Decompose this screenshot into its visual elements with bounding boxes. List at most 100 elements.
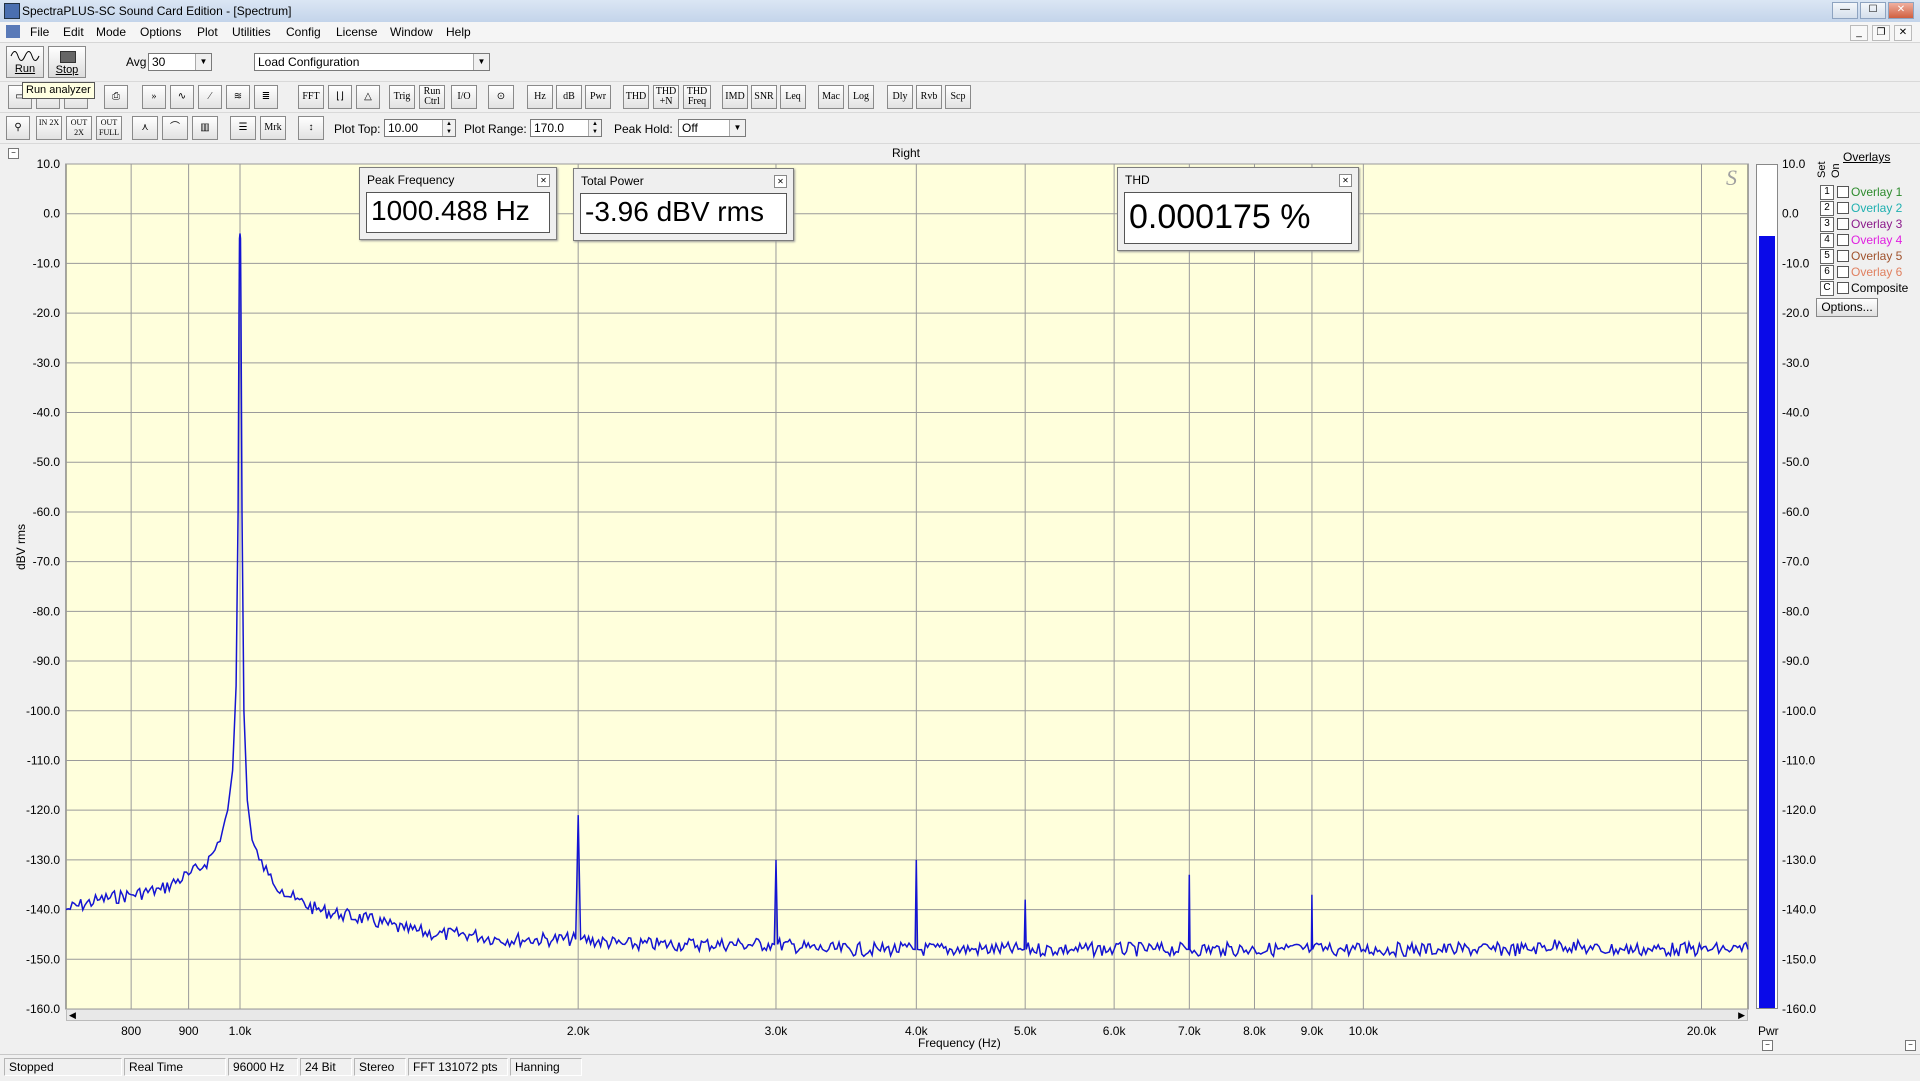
y-tick-label: -130.0 bbox=[26, 853, 60, 867]
y-tick-label: -120.0 bbox=[26, 803, 60, 817]
power-meter-label: Pwr bbox=[1758, 1024, 1779, 1038]
peak-frequency-title: Peak Frequency bbox=[367, 173, 455, 187]
collapse-icon[interactable]: − bbox=[1905, 1040, 1916, 1051]
overlays-header: Overlays bbox=[1843, 150, 1891, 164]
close-icon[interactable]: ✕ bbox=[1339, 174, 1352, 187]
overlay-checkbox[interactable] bbox=[1837, 202, 1849, 214]
y-tick-label: -50.0 bbox=[33, 455, 61, 469]
meter-tick-label: -10.0 bbox=[1782, 256, 1810, 270]
close-icon[interactable]: ✕ bbox=[537, 174, 550, 187]
x-tick-label: 2.0k bbox=[567, 1024, 591, 1038]
overlay-set-label: Set bbox=[1816, 161, 1828, 178]
status-fft-size: FFT 131072 pts bbox=[408, 1058, 508, 1076]
overlay-checkbox[interactable] bbox=[1837, 234, 1849, 246]
overlay-checkbox[interactable] bbox=[1837, 186, 1849, 198]
status-run-state: Stopped bbox=[4, 1058, 122, 1076]
meter-tick-label: -90.0 bbox=[1782, 654, 1810, 668]
peak-frequency-readout[interactable]: Peak Frequency ✕ 1000.488 Hz bbox=[359, 167, 557, 240]
y-tick-label: -20.0 bbox=[33, 306, 61, 320]
y-tick-label: -110.0 bbox=[27, 753, 60, 767]
x-tick-label: 20.0k bbox=[1687, 1024, 1717, 1038]
overlay-set-button[interactable]: 4 bbox=[1820, 233, 1834, 248]
overlay-label: Overlay 4 bbox=[1851, 233, 1903, 247]
meter-tick-label: -80.0 bbox=[1782, 604, 1810, 618]
meter-tick-label: 0.0 bbox=[1782, 207, 1799, 221]
y-tick-label: -90.0 bbox=[33, 654, 61, 668]
status-bar: Stopped Real Time 96000 Hz 24 Bit Stereo… bbox=[0, 1054, 1920, 1081]
scroll-right-icon[interactable]: ▶ bbox=[1738, 1010, 1745, 1021]
collapse-icon[interactable]: − bbox=[1762, 1040, 1773, 1051]
meter-scale: 10.0 0.0 -10.0 -20.0 -30.0 -40.0 -50.0 -60.0 -70… bbox=[1782, 157, 1816, 1016]
meter-tick-label: -20.0 bbox=[1782, 306, 1810, 320]
meter-tick-label: -130.0 bbox=[1782, 853, 1816, 867]
overlay-set-button[interactable]: 2 bbox=[1820, 201, 1834, 216]
x-tick-label: 7.0k bbox=[1178, 1024, 1202, 1038]
x-tick-label: 3.0k bbox=[765, 1024, 789, 1038]
overlay-set-button[interactable]: C bbox=[1820, 281, 1834, 296]
thd-title: THD bbox=[1125, 173, 1150, 187]
overlay-checkbox[interactable] bbox=[1837, 282, 1849, 294]
plot-background bbox=[65, 163, 1749, 1010]
meter-tick-label: 10.0 bbox=[1782, 157, 1806, 171]
y-tick-label: 10.0 bbox=[37, 157, 61, 171]
y-axis-label: dBV rms bbox=[14, 523, 28, 570]
x-tick-label: 9.0k bbox=[1301, 1024, 1325, 1038]
x-tick-label: 800 bbox=[121, 1024, 141, 1038]
meter-tick-label: -40.0 bbox=[1782, 406, 1810, 420]
meter-tick-label: -70.0 bbox=[1782, 555, 1810, 569]
overlay-label: Overlay 5 bbox=[1851, 249, 1903, 263]
overlay-on-label: On bbox=[1830, 163, 1842, 178]
y-tick-label: -160.0 bbox=[26, 1002, 60, 1016]
overlay-label: Overlay 2 bbox=[1851, 201, 1903, 215]
status-bit-depth: 24 Bit bbox=[300, 1058, 352, 1076]
x-tick-label: 900 bbox=[179, 1024, 199, 1038]
power-meter bbox=[1756, 164, 1778, 1009]
overlay-label: Overlay 6 bbox=[1851, 265, 1903, 279]
y-tick-label: -10.0 bbox=[33, 256, 61, 270]
y-tick-label: -30.0 bbox=[33, 356, 61, 370]
meter-tick-label: -100.0 bbox=[1782, 704, 1816, 718]
x-tick-label: 1.0k bbox=[229, 1024, 253, 1038]
y-tick-label: -70.0 bbox=[33, 555, 61, 569]
total-power-value: -3.96 dBV rms bbox=[580, 193, 787, 234]
horizontal-scrollbar[interactable]: ◀ ▶ bbox=[66, 1009, 1748, 1021]
thd-value: 0.000175 % bbox=[1124, 192, 1352, 244]
overlay-options-button[interactable]: Options... bbox=[1816, 298, 1878, 317]
overlay-checkbox[interactable] bbox=[1837, 250, 1849, 262]
meter-tick-label: -110.0 bbox=[1782, 753, 1815, 767]
status-mode: Real Time bbox=[124, 1058, 226, 1076]
meter-tick-label: -50.0 bbox=[1782, 455, 1810, 469]
scroll-left-icon[interactable]: ◀ bbox=[69, 1010, 76, 1021]
total-power-readout[interactable]: Total Power ✕ -3.96 dBV rms bbox=[573, 168, 794, 241]
overlay-label: Overlay 3 bbox=[1851, 217, 1903, 231]
overlay-label: Composite bbox=[1851, 281, 1909, 295]
y-tick-label: -140.0 bbox=[26, 903, 60, 917]
thd-readout[interactable]: THD ✕ 0.000175 % bbox=[1117, 167, 1359, 251]
meter-tick-label: -160.0 bbox=[1782, 1002, 1816, 1016]
overlay-set-button[interactable]: 3 bbox=[1820, 217, 1834, 232]
peak-frequency-value: 1000.488 Hz bbox=[366, 192, 550, 233]
meter-tick-label: -140.0 bbox=[1782, 903, 1816, 917]
meter-tick-label: -150.0 bbox=[1782, 952, 1816, 966]
overlay-checkbox[interactable] bbox=[1837, 266, 1849, 278]
status-window: Hanning bbox=[510, 1058, 582, 1076]
spectrum-plot[interactable]: 800 900 1.0k 2.0k 3.0k 4.0k 5.0k 6.0k 7.0k 8.0k 9.… bbox=[0, 0, 1920, 1080]
close-icon[interactable]: ✕ bbox=[774, 175, 787, 188]
meter-tick-label: -60.0 bbox=[1782, 505, 1810, 519]
overlay-set-button[interactable]: 1 bbox=[1820, 185, 1834, 200]
overlay-set-button[interactable]: 6 bbox=[1820, 265, 1834, 280]
y-tick-label: -40.0 bbox=[33, 406, 61, 420]
status-sample-rate: 96000 Hz bbox=[228, 1058, 298, 1076]
y-tick-label: -60.0 bbox=[33, 505, 61, 519]
overlay-checkbox[interactable] bbox=[1837, 218, 1849, 230]
total-power-title: Total Power bbox=[581, 174, 644, 188]
y-tick-label: 0.0 bbox=[43, 207, 60, 221]
meter-tick-label: -120.0 bbox=[1782, 803, 1816, 817]
y-tick-label: -100.0 bbox=[26, 704, 60, 718]
logo-icon: S bbox=[1726, 165, 1737, 190]
x-tick-label: 10.0k bbox=[1349, 1024, 1379, 1038]
y-tick-labels: 10.0 0.0 -10.0 -20.0 -30.0 -40.0 -50.0 -60.0 -70… bbox=[26, 157, 60, 1016]
status-channels: Stereo bbox=[354, 1058, 406, 1076]
y-tick-label: -80.0 bbox=[33, 604, 61, 618]
overlay-set-button[interactable]: 5 bbox=[1820, 249, 1834, 264]
